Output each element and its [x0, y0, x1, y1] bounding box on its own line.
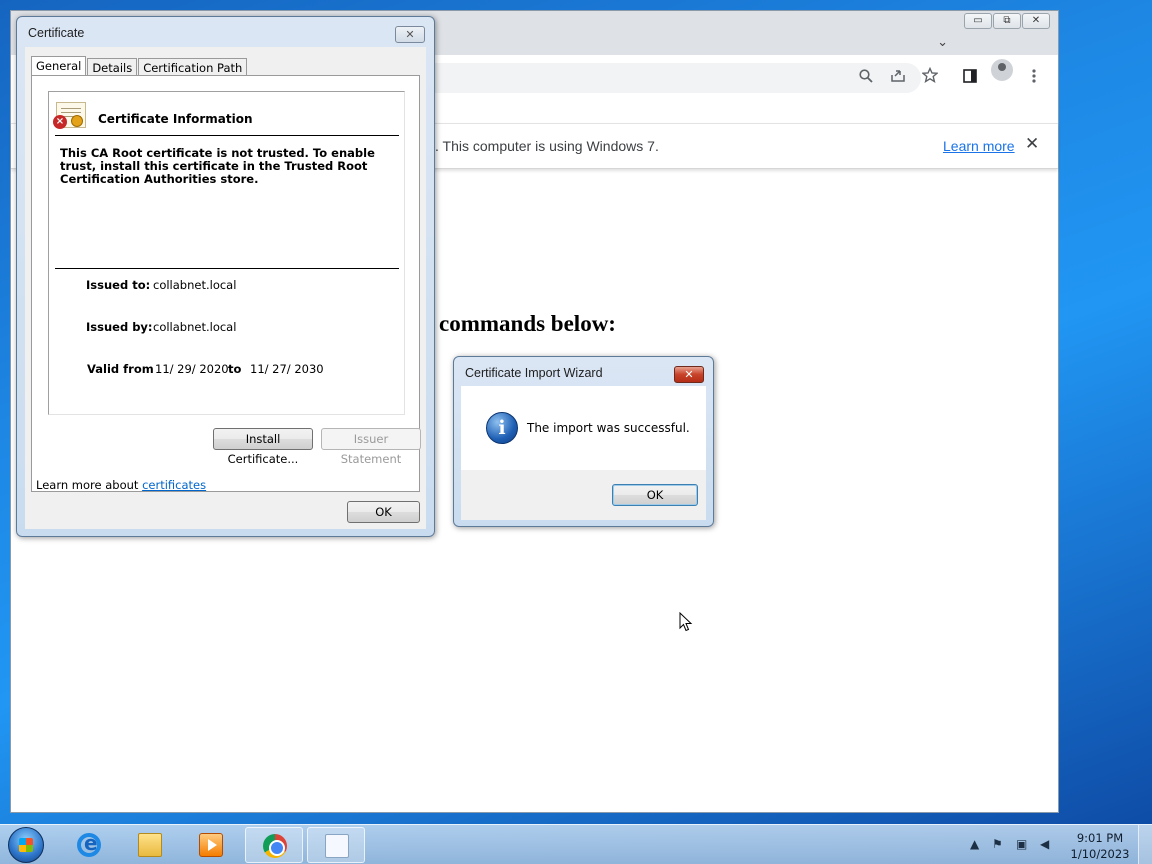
infobar-close-icon[interactable]: ✕	[1025, 134, 1039, 154]
star-icon[interactable]	[919, 66, 941, 89]
learn-more-link[interactable]: Learn more	[943, 138, 1015, 154]
certificate-close-button[interactable]: ✕	[395, 26, 425, 43]
show-hidden-icons-icon[interactable]: ▲	[970, 837, 979, 851]
menu-icon[interactable]	[1023, 67, 1045, 89]
side-panel-icon[interactable]	[959, 67, 981, 89]
certificate-info-heading: Certificate Information	[98, 112, 253, 126]
certificate-dialog-body: General Details Certification Path × Cer…	[25, 47, 426, 529]
trust-warning-message: This CA Root certificate is not trusted.…	[60, 146, 375, 186]
close-window-button[interactable]: ✕	[1022, 13, 1050, 29]
wizard-body: i The import was successful. OK	[461, 386, 706, 520]
valid-from-date: 11/ 29/ 2020	[155, 362, 229, 376]
search-icon[interactable]	[855, 67, 877, 89]
window-controls: ▭ ⧉ ✕	[963, 13, 1050, 29]
clock-time: 9:01 PM	[1076, 831, 1124, 845]
certificates-link[interactable]: certificates	[142, 478, 206, 492]
taskbar-windows-explorer[interactable]	[121, 827, 179, 863]
show-desktop-button[interactable]	[1138, 825, 1152, 864]
clock-date: 1/10/2023	[1070, 847, 1130, 861]
valid-to-date: 11/ 27/ 2030	[250, 362, 324, 376]
internet-explorer-icon	[77, 831, 101, 857]
profile-icon[interactable]	[991, 59, 1013, 81]
network-icon[interactable]: ▣	[1016, 837, 1027, 851]
wizard-footer: OK	[461, 470, 706, 520]
certificate-tabs: General Details Certification Path	[31, 55, 248, 78]
mouse-pointer-icon	[679, 612, 693, 632]
taskbar-google-chrome[interactable]	[245, 827, 303, 863]
volume-muted-icon[interactable]: ◀	[1040, 837, 1049, 851]
issued-to-label: Issued to:	[86, 278, 151, 292]
certificate-info-box: × Certificate Information This CA Root c…	[48, 91, 405, 415]
windows-taskbar: ▲ ⚑ ▣ ◀ 9:01 PM 1/10/2023	[0, 824, 1152, 864]
install-certificate-button[interactable]: Install Certificate...	[213, 428, 313, 466]
page-heading: commands below:	[439, 311, 616, 336]
tab-search-chevron-icon[interactable]: ⌄	[937, 35, 948, 50]
information-icon: i	[486, 412, 518, 444]
certificate-dialog-title: Certificate	[28, 26, 85, 40]
issued-to-value: collabnet.local	[153, 278, 237, 292]
share-icon[interactable]	[887, 67, 909, 89]
media-player-icon	[199, 833, 223, 857]
taskbar-notepad[interactable]	[307, 827, 365, 863]
certificate-dialog: Certificate ✕ General Details Certificat…	[16, 16, 435, 537]
valid-to-label: to	[228, 362, 242, 376]
certificate-ok-button[interactable]: OK	[347, 501, 420, 523]
wizard-close-button[interactable]: ✕	[674, 366, 704, 383]
issuer-statement-button[interactable]: Issuer Statement	[321, 428, 421, 466]
wizard-ok-button[interactable]: OK	[612, 484, 698, 506]
divider	[55, 268, 399, 269]
wizard-title: Certificate Import Wizard	[465, 366, 603, 380]
certificate-import-wizard-dialog: Certificate Import Wizard ✕ i The import…	[453, 356, 714, 527]
untrusted-certificate-icon: ×	[53, 102, 86, 129]
minimize-button[interactable]: ▭	[964, 13, 992, 29]
action-center-flag-icon[interactable]: ⚑	[992, 837, 1003, 851]
issued-by-label: Issued by:	[86, 320, 153, 334]
taskbar-media-player[interactable]	[182, 827, 240, 863]
document-icon	[325, 834, 349, 858]
system-clock[interactable]: 9:01 PM 1/10/2023	[1068, 830, 1132, 862]
restore-button[interactable]: ⧉	[993, 13, 1021, 29]
general-tab-panel: × Certificate Information This CA Root c…	[31, 75, 421, 492]
learn-more-certificates: Learn more about certificates	[36, 478, 206, 492]
divider	[55, 135, 399, 136]
valid-from-label: Valid from	[87, 362, 154, 376]
chrome-icon	[263, 834, 287, 858]
import-success-message: The import was successful.	[527, 421, 690, 435]
taskbar-internet-explorer[interactable]	[60, 827, 118, 863]
folder-icon	[138, 833, 162, 857]
learn-more-prefix: Learn more about	[36, 478, 143, 492]
start-button[interactable]	[8, 827, 44, 863]
infobar-message: . This computer is using Windows 7.	[435, 138, 659, 154]
system-tray: ▲ ⚑ ▣ ◀ 9:01 PM 1/10/2023	[952, 825, 1152, 864]
issued-by-value: collabnet.local	[153, 320, 237, 334]
